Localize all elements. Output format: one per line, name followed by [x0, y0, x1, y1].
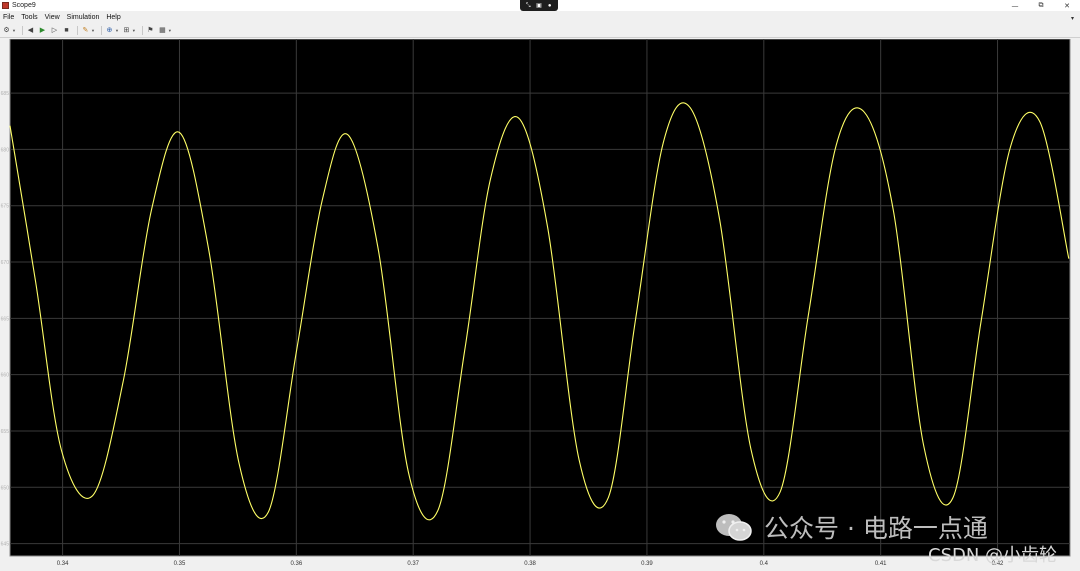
y-tick-label: 650 [1, 485, 10, 491]
step-forward-icon[interactable]: ▷ [50, 26, 59, 35]
restore-button[interactable]: ⧉ [1028, 0, 1054, 11]
x-tick-label: 0.37 [407, 561, 419, 567]
y-tick-label: 655 [1, 429, 10, 435]
x-tick-label: 0.39 [641, 561, 653, 567]
menu-help[interactable]: Help [106, 12, 120, 24]
chevron-down-icon[interactable]: ▼ [115, 28, 119, 33]
watermark-wechat: 公众号 · 电路一点通 [714, 512, 988, 543]
undock-icon[interactable]: ⤡ [525, 3, 531, 9]
y-tick-label: 680 [1, 147, 10, 153]
autoscale-icon[interactable]: ⊞ [122, 26, 131, 35]
menu-bar: File Tools View Simulation Help ▾ [0, 12, 1080, 24]
y-tick-label: 670 [1, 260, 10, 266]
scope-window: Scope9 ⤡ ▣ ● — ⧉ ✕ File Tools View Simul… [0, 0, 1080, 571]
close-button[interactable]: ✕ [1054, 0, 1080, 11]
x-tick-label: 0.35 [174, 561, 186, 567]
step-back-icon[interactable]: ◀ [26, 26, 35, 35]
floating-controls: ⤡ ▣ ● [520, 0, 558, 11]
y-tick-label: 645 [1, 542, 10, 548]
toolbar: ⚙ ▼ ◀ ▶ ▷ ■ ✎ ▼ ⊕ ▼ ⊞ ▼ ⚑ ▦ ▼ [0, 24, 1080, 38]
toolbar-separator [141, 26, 143, 35]
chevron-down-icon[interactable]: ▼ [132, 28, 136, 33]
toolbar-separator [21, 26, 23, 35]
wechat-icon [716, 514, 752, 541]
x-tick-label: 0.4 [760, 561, 769, 567]
scope-app-icon [2, 2, 9, 9]
watermark-text: 公众号 · 电路一点通 [764, 514, 988, 543]
menu-file[interactable]: File [3, 12, 14, 24]
menu-simulation[interactable]: Simulation [67, 12, 100, 24]
y-tick-label: 660 [1, 373, 10, 379]
scope-plot[interactable]: 0.34 0.35 0.36 0.37 0.38 0.39 0.4 0.41 0.4264565… [0, 39, 1080, 571]
close-float-icon[interactable]: ● [547, 3, 553, 9]
run-icon[interactable]: ▶ [38, 26, 47, 35]
x-tick-label: 0.41 [875, 561, 887, 567]
minimize-button[interactable]: — [1002, 0, 1028, 11]
trigger-icon[interactable]: ⚑ [146, 26, 155, 35]
chevron-down-icon[interactable]: ▼ [168, 28, 172, 33]
window-controls: — ⧉ ✕ [1002, 0, 1080, 11]
watermark-csdn: CSDN @小齿轮 [928, 545, 1058, 566]
window-title: Scope9 [12, 2, 36, 9]
y-tick-label: 675 [1, 204, 10, 210]
chevron-down-icon[interactable]: ▼ [91, 28, 95, 33]
measure-icon[interactable]: ▦ [158, 26, 167, 35]
toolbar-separator [76, 26, 78, 35]
menu-view[interactable]: View [45, 12, 60, 24]
camera-icon[interactable]: ▣ [536, 3, 542, 9]
x-tick-label: 0.38 [524, 561, 536, 567]
highlight-icon[interactable]: ✎ [81, 26, 90, 35]
stop-icon[interactable]: ■ [62, 26, 71, 35]
title-bar: Scope9 ⤡ ▣ ● — ⧉ ✕ [0, 0, 1080, 11]
toolbar-separator [100, 26, 102, 35]
chevron-down-icon[interactable]: ▼ [12, 28, 16, 33]
menu-tools[interactable]: Tools [21, 12, 37, 24]
x-tick-label: 0.34 [57, 561, 69, 567]
scope-display[interactable]: 0.34 0.35 0.36 0.37 0.38 0.39 0.4 0.41 0.42 645 65… [0, 39, 1080, 571]
x-tick-label: 0.36 [290, 561, 302, 567]
y-tick-label: 685 [1, 91, 10, 97]
chevron-down-icon[interactable]: ▾ [1071, 15, 1074, 22]
zoom-icon[interactable]: ⊕ [105, 26, 114, 35]
settings-icon[interactable]: ⚙ [2, 26, 11, 35]
plot-background[interactable] [9, 39, 1071, 557]
y-tick-label: 665 [1, 316, 10, 322]
